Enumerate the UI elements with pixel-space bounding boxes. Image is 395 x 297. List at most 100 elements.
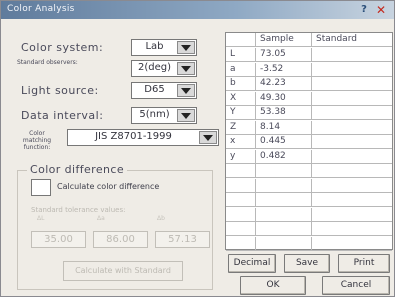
standard-observers-select[interactable]: 2(deg) [131,60,197,77]
table-cell [226,178,256,193]
table-cell [226,207,256,222]
table-cell [312,121,392,135]
print-button[interactable]: Print [338,254,390,273]
table-cell: 42.23 [256,77,312,91]
data-interval-label: Data interval: [21,109,104,122]
table-row[interactable]: L 73.05 [226,48,392,62]
color-matching-function-select[interactable]: JIS Z8701-1999 [67,129,219,146]
table-cell [312,77,392,91]
chevron-down-icon[interactable] [177,41,195,54]
table-cell: b [226,77,256,91]
color-system-value: Lab [145,41,164,52]
table-cell: Z [226,120,256,135]
calculate-difference-checkbox[interactable] [31,179,51,196]
table-cell: Y [226,106,256,120]
color-matching-function-value: JIS Z8701-1999 [95,131,172,142]
window-title: Color Analysis [7,4,75,14]
table-row[interactable] [226,178,392,193]
color-difference-title: Color difference [27,163,128,176]
tolerance-sub-label: ΔL [37,215,45,222]
table-cell [312,135,392,149]
table-header-cell [226,33,256,47]
table-row[interactable]: Z 8.14 [226,120,392,135]
table-cell [312,150,392,164]
tolerance-sub-label: Δa [97,215,105,222]
chevron-down-icon[interactable] [177,109,195,122]
table-cell: x [226,135,256,149]
table-cell [226,222,256,236]
table-cell [312,222,392,236]
table-row[interactable] [226,207,392,222]
chevron-down-icon[interactable] [199,131,217,144]
table-cell [226,236,256,251]
tolerance-label: Standard tolerance values: [31,206,126,214]
data-interval-value: 5(nm) [139,109,170,120]
table-cell: 49.30 [256,91,312,106]
light-source-label: Light source: [21,84,99,97]
table-cell: 53.38 [256,106,312,120]
table-row[interactable] [226,164,392,178]
table-row[interactable]: Y 53.38 [226,106,392,120]
cancel-button[interactable]: Cancel [322,276,390,295]
decimal-button[interactable]: Decimal [228,254,276,273]
table-cell: -3.52 [256,62,312,77]
table-cell: X [226,91,256,106]
table-cell [312,63,392,77]
help-icon[interactable]: ? [357,3,371,16]
table-cell: 0.445 [256,135,312,149]
table-cell [312,208,392,222]
table-row[interactable] [226,222,392,236]
light-source-select[interactable]: D65 [131,82,197,99]
table-cell [312,106,392,120]
color-system-select[interactable]: Lab [131,39,197,56]
data-interval-select[interactable]: 5(nm) [131,107,197,124]
tolerance-sub-label: Δb [157,215,165,222]
table-row[interactable]: X 49.30 [226,91,392,106]
tolerance-input[interactable]: 35.00 [31,231,86,248]
table-cell: 73.05 [256,48,312,62]
table-cell [312,164,392,178]
calculate-with-standard-button[interactable]: Calculate with Standard [63,261,183,281]
table-cell [256,178,312,193]
table-header-cell: Standard [316,34,357,44]
table-cell: y [226,149,256,164]
standard-observers-label: Standard observers: [17,59,78,66]
table-cell [312,48,392,62]
title-bar[interactable]: Color Analysis ? ✕ [1,1,394,19]
table-cell: a [226,62,256,77]
table-cell [312,92,392,106]
chevron-down-icon[interactable] [177,62,195,75]
table-row[interactable]: y 0.482 [226,149,392,164]
table-cell [256,193,312,207]
calculate-difference-label: Calculate color difference [57,182,160,191]
table-row[interactable] [226,193,392,207]
table-cell [226,193,256,207]
results-table: Sample Standard L 73.05 a -3.52 b 42.23 X 49.30… [225,32,393,251]
table-cell [226,164,256,178]
table-header-row: Sample Standard [226,33,392,47]
table-cell [312,193,392,207]
table-cell [312,179,392,193]
table-cell [256,236,312,251]
table-cell: 0.482 [256,149,312,164]
table-row[interactable]: x 0.445 [226,135,392,149]
table-cell: 8.14 [256,120,312,135]
chevron-down-icon[interactable] [177,84,195,97]
ok-button[interactable]: OK [240,276,306,295]
color-system-label: Color system: [21,41,104,54]
tolerance-input[interactable]: 57.13 [155,231,210,248]
table-row[interactable]: a -3.52 [226,62,392,77]
tolerance-input[interactable]: 86.00 [93,231,148,248]
color-matching-function-label: Color matching function: [22,130,52,151]
light-source-value: D65 [144,84,165,95]
table-header-cell: Sample [256,33,312,47]
table-row[interactable] [226,236,392,251]
save-button[interactable]: Save [284,254,330,273]
table-cell [256,207,312,222]
table-cell [256,222,312,236]
table-cell [256,164,312,178]
color-analysis-window: Color Analysis ? ✕ Color system: Lab Sta… [0,0,395,297]
close-icon[interactable]: ✕ [373,3,389,17]
table-cell: L [226,48,256,62]
table-row[interactable]: b 42.23 [226,77,392,91]
